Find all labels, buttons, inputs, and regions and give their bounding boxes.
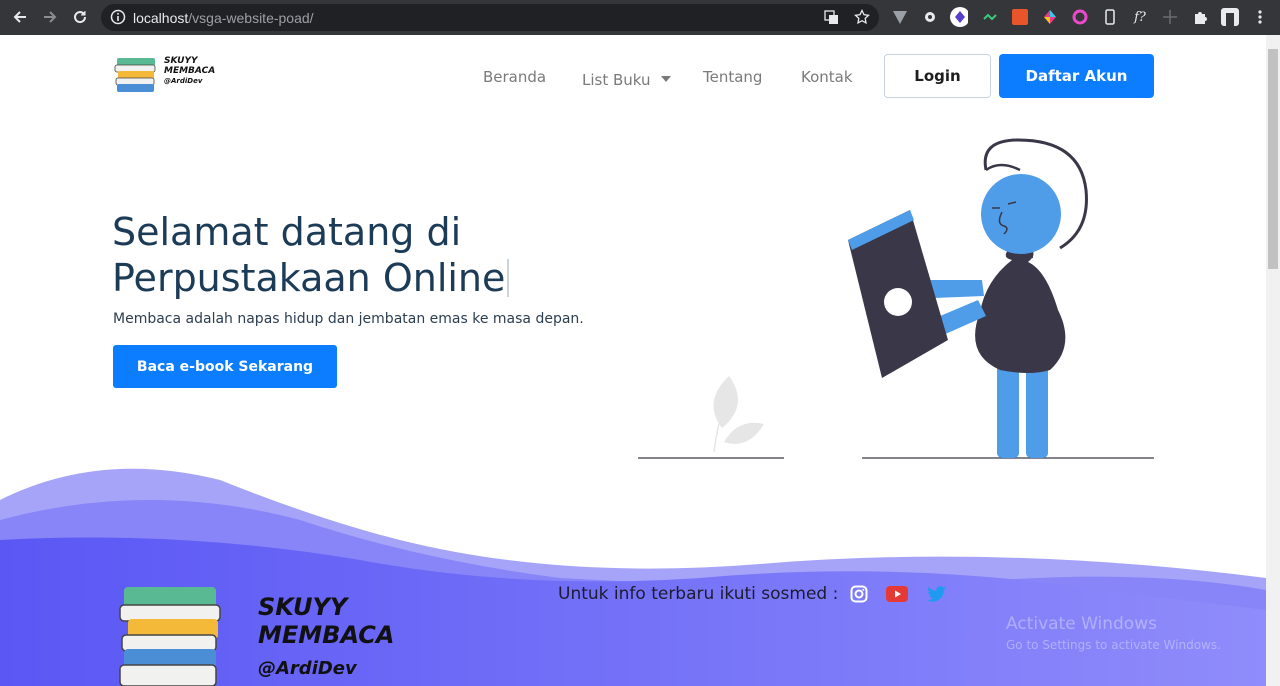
ring-extension-icon[interactable] <box>1071 8 1089 26</box>
windows-activation-watermark: Activate Windows Go to Settings to activ… <box>1006 614 1221 652</box>
bookmark-star-icon[interactable] <box>854 8 870 30</box>
puzzle-extensions-icon[interactable] <box>1191 8 1209 26</box>
green-extension-icon[interactable] <box>981 8 999 26</box>
hero-subtitle: Membaca adalah napas hidup dan jembatan … <box>113 311 584 327</box>
footer-brand-logo: SKUYY MEMBACA @ArdiDev <box>118 585 394 686</box>
vuetify-extension-icon[interactable] <box>891 8 909 26</box>
nav-link-beranda[interactable]: Beranda <box>483 68 546 86</box>
reload-icon[interactable] <box>70 7 90 27</box>
footer-logo-line1: SKUYY <box>258 593 348 621</box>
translate-icon[interactable] <box>824 10 839 30</box>
ruler-extension-icon[interactable] <box>1161 8 1179 26</box>
back-icon[interactable] <box>10 7 30 27</box>
scrollbar-thumb[interactable] <box>1268 49 1278 269</box>
brand-line2: MEMBACA <box>164 66 216 76</box>
navbar-brand-logo[interactable]: SKUYY MEMBACA @ArdiDev <box>113 53 216 97</box>
orange-extension-icon[interactable] <box>1011 8 1029 26</box>
info-icon[interactable] <box>110 9 126 30</box>
hero-title: Selamat datang di Perpustakaan Online <box>112 209 632 301</box>
caret-down-icon <box>661 68 672 86</box>
youtube-icon[interactable] <box>886 583 908 605</box>
url-path: /vsga-website-poad/ <box>188 10 314 26</box>
footer-books-stack-icon <box>119 587 221 686</box>
hero-title-line2: Perpustakaan Online <box>112 256 506 300</box>
instagram-icon[interactable] <box>848 583 870 605</box>
nav-link-tentang[interactable]: Tentang <box>703 68 762 86</box>
nav-dropdown-list-buku[interactable]: List Buku <box>582 68 672 89</box>
footer-logo-line3: @ArdiDev <box>258 658 357 679</box>
nav-link-kontak[interactable]: Kontak <box>801 68 853 86</box>
kebab-menu-icon[interactable] <box>1251 8 1269 26</box>
register-button[interactable]: Daftar Akun <box>999 54 1154 98</box>
brand-line1: SKUYY <box>164 56 198 66</box>
url-host: localhost <box>133 10 189 26</box>
browser-toolbar: localhost/vsga-website-poad/ f? <box>0 0 1280 35</box>
page-viewport: SKUYY MEMBACA @ArdiDev Beranda List Buku… <box>0 35 1266 686</box>
watermark-line2: Go to Settings to activate Windows. <box>1006 638 1221 652</box>
social-follow-text: Untuk info terbaru ikuti sosmed : <box>558 584 839 604</box>
address-bar[interactable]: localhost/vsga-website-poad/ <box>101 4 879 31</box>
brand-line3: @ArdiDev <box>164 77 203 85</box>
login-button[interactable]: Login <box>884 54 991 98</box>
forward-icon[interactable] <box>40 7 60 27</box>
watermark-line1: Activate Windows <box>1006 614 1157 634</box>
purple-extension-icon[interactable] <box>950 7 968 27</box>
url-text: localhost/vsga-website-poad/ <box>133 10 314 26</box>
nav-link-list-buku: List Buku <box>582 71 651 89</box>
reading-person-illustration <box>638 138 1154 459</box>
plant-illustration <box>713 376 764 453</box>
read-ebook-button[interactable]: Baca e-book Sekarang <box>113 345 337 388</box>
phone-extension-icon[interactable] <box>1101 8 1119 26</box>
font-extension-icon[interactable]: f? <box>1131 8 1149 26</box>
hero-title-line1: Selamat datang di <box>112 210 462 254</box>
typing-caret <box>507 259 510 297</box>
twitter-icon[interactable] <box>926 583 948 605</box>
gear-extension-icon[interactable] <box>921 8 939 26</box>
page-scrollbar[interactable] <box>1266 35 1280 686</box>
profile-avatar-icon[interactable] <box>1221 8 1239 26</box>
footer-logo-line2: MEMBACA <box>258 621 395 649</box>
color-picker-extension-icon[interactable] <box>1041 8 1059 26</box>
